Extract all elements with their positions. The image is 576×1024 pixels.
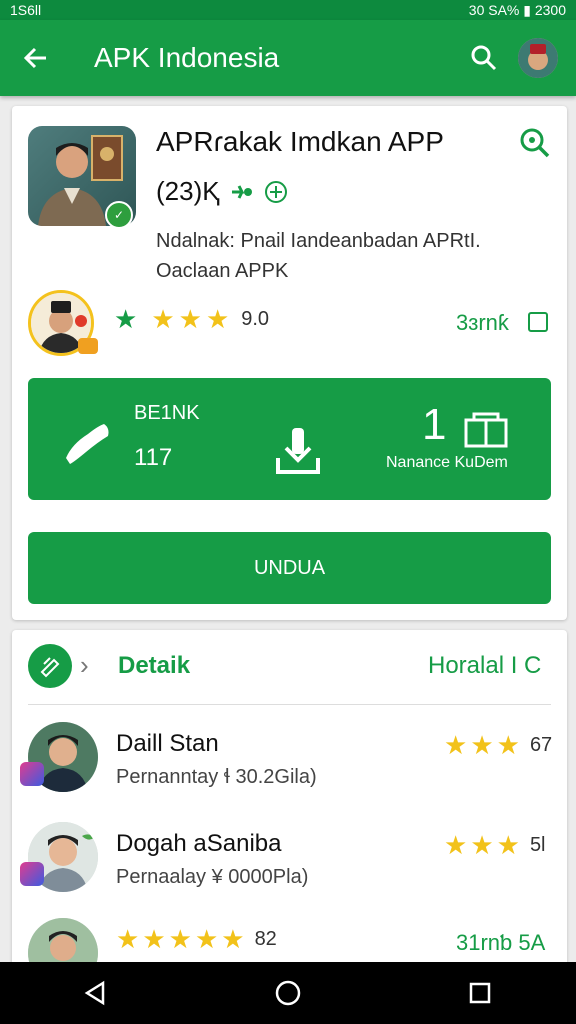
app-card: ✓ APRɾakak Imdkan APP (23)Ⱪ Ndalnak: Pna… xyxy=(12,106,567,620)
review-size: 31rnƅ 5A xyxy=(456,930,546,955)
app-title: APRɾakak Imdkan APP xyxy=(156,126,444,157)
phone-icon xyxy=(66,424,109,464)
plus-circle-icon[interactable] xyxy=(264,180,288,204)
star-icon: ★ xyxy=(194,924,219,954)
review-score: 82 xyxy=(254,927,277,950)
star-icon: ★ xyxy=(178,304,202,334)
stats-number: 117 xyxy=(134,444,173,471)
star-icon: ★ xyxy=(444,730,468,760)
star-icon: ★ xyxy=(151,304,175,334)
verified-badge-icon: ✓ xyxy=(105,201,133,229)
star-icon: ★ xyxy=(168,924,192,954)
review-rating: ★ ★ ★ 67 xyxy=(444,732,552,758)
search-button[interactable] xyxy=(464,38,504,78)
app-subtitle: (23)Ⱪ xyxy=(156,176,220,206)
rating-row: ★ ★ ★ ★ 9.0 xyxy=(114,306,269,332)
star-icon: ★ xyxy=(496,830,520,860)
review-score: 5l xyxy=(529,833,546,856)
stats-caption: Nanance KuDem xyxy=(386,454,508,471)
detail-right-label[interactable]: Horalal I C xyxy=(428,652,541,680)
profile-avatar[interactable] xyxy=(518,38,558,78)
star-icon: ★ xyxy=(444,830,468,860)
star-icon: ★ xyxy=(470,830,494,860)
star-icon: ★ xyxy=(470,730,494,760)
back-nav-button[interactable] xyxy=(76,973,116,1013)
app-subtitle-row: (23)Ⱪ xyxy=(156,176,288,207)
star-icon: ★ xyxy=(142,924,166,954)
status-right: 30 SA% ▮ 2300 xyxy=(468,1,566,18)
review-rating: ★ ★ ★ 5l xyxy=(444,832,546,858)
star-icon: ★ xyxy=(116,924,140,954)
developer-badge-icon xyxy=(78,338,98,354)
stats-big-number: 1 xyxy=(422,400,447,449)
download-icon xyxy=(276,428,320,474)
app-description: Ndalnak: Pnail Iandeanbadan APRtI. Oacla… xyxy=(156,230,481,282)
system-nav-bar xyxy=(0,962,576,1024)
star-icon: ★ xyxy=(221,924,245,954)
square-recents-icon xyxy=(469,982,491,1004)
social-badge-icon xyxy=(20,862,44,886)
social-badge-icon xyxy=(20,762,44,786)
detail-card: › Detaik Horalal I C Daill Stan Pernannt… xyxy=(12,630,567,970)
review-item[interactable]: Daill Stan Pernanntay ɬ 30.2Gila) ★ ★ ★ … xyxy=(12,722,567,812)
leaf-icon xyxy=(231,184,252,199)
status-bar: 1S6ll 30 SA% ▮ 2300 xyxy=(0,0,576,20)
status-left: 1S6ll xyxy=(10,2,42,18)
review-score: 67 xyxy=(529,733,553,756)
reviewer-name: Dogah aSaniba xyxy=(116,830,282,857)
page-title: APK Indonesia xyxy=(94,42,280,73)
arrow-left-icon xyxy=(23,47,46,69)
book-icon xyxy=(464,412,508,448)
zoom-icon[interactable] xyxy=(518,126,552,160)
reviewer-name: Daill Stan xyxy=(116,730,219,757)
app-size: 3ɜrnƙ xyxy=(456,310,509,335)
edit-icon[interactable] xyxy=(28,644,72,688)
app-bar: APK Indonesia xyxy=(0,20,576,96)
review-item[interactable]: Dogah aSaniba Pernaalay ¥ 0000Pla) ★ ★ ★… xyxy=(12,822,567,912)
back-button[interactable] xyxy=(18,40,54,76)
detail-title[interactable]: Detaik xyxy=(118,652,190,680)
home-nav-button[interactable] xyxy=(268,973,308,1013)
review-rating: ★ ★ ★ ★ ★ 82 xyxy=(116,926,277,952)
chevron-right-icon[interactable]: › xyxy=(80,650,89,681)
search-icon xyxy=(471,45,497,71)
download-button[interactable]: UNDUA xyxy=(28,532,551,604)
star-icon: ★ xyxy=(496,730,520,760)
rating-value: 9.0 xyxy=(241,307,270,330)
recents-nav-button[interactable] xyxy=(460,973,500,1013)
circle-home-icon xyxy=(275,980,301,1006)
star-icon: ★ xyxy=(205,304,230,334)
stats-panel: BE1NK 117 1 Nanance KuDem xyxy=(28,378,551,500)
review-meta: Pernanntay ɬ 30.2Gila) xyxy=(116,766,317,788)
review-meta: Pernaalay ¥ 0000Pla) xyxy=(116,866,309,888)
divider xyxy=(28,704,551,705)
stats-label: BE1NK xyxy=(134,402,200,424)
bookmark-icon[interactable] xyxy=(528,312,548,332)
star-icon: ★ xyxy=(114,304,138,334)
triangle-back-icon xyxy=(84,980,105,1006)
